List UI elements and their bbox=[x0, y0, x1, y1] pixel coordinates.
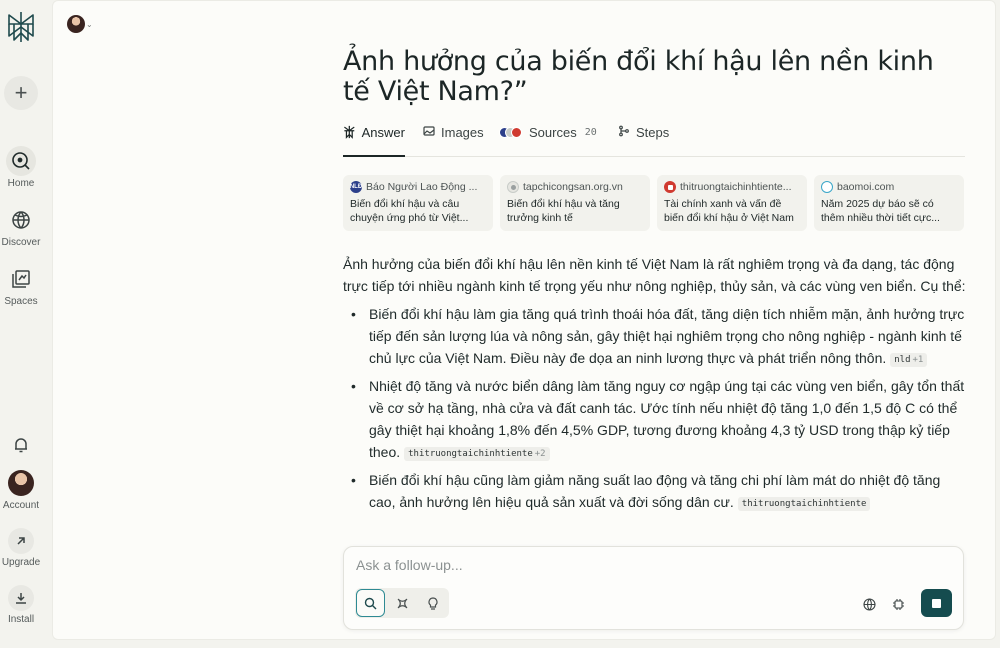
source-title: Năm 2025 dự báo sẽ có thêm nhiều thời ti… bbox=[821, 198, 940, 224]
search-mode-selector bbox=[355, 588, 449, 618]
sidebar-item-home[interactable]: Home bbox=[0, 146, 42, 189]
sidebar-item-label: Spaces bbox=[4, 296, 38, 307]
new-thread-button[interactable]: + bbox=[4, 76, 38, 110]
citation-more: +2 bbox=[534, 449, 546, 459]
list-item: Biến đổi khí hậu làm gia tăng quá trình … bbox=[351, 303, 968, 369]
globe-icon bbox=[6, 205, 36, 235]
bell-icon bbox=[6, 430, 36, 460]
citation-source: thitruongtaichinhtiente bbox=[741, 499, 867, 509]
sidebar-item-discover[interactable]: Discover bbox=[0, 205, 42, 248]
logo-icon[interactable] bbox=[6, 10, 36, 44]
sidebar-item-upgrade[interactable]: Upgrade bbox=[0, 528, 42, 568]
avatar bbox=[67, 15, 85, 33]
sources-icon bbox=[499, 127, 523, 139]
tab-sources[interactable]: Sources 20 bbox=[499, 125, 597, 157]
sidebar-item-install[interactable]: Install bbox=[0, 585, 42, 625]
submit-button[interactable] bbox=[921, 589, 952, 617]
source-favicon bbox=[664, 181, 676, 193]
main-panel: ⌄ Ảnh hưởng của biến đổi khí hậu lên nền… bbox=[52, 0, 996, 640]
followup-box bbox=[343, 546, 964, 630]
plus-icon: + bbox=[14, 80, 28, 105]
source-favicon: NLĐ bbox=[350, 181, 362, 193]
source-title: Biến đổi khí hậu và tăng trưởng kinh tế bbox=[507, 198, 620, 224]
citation-chip[interactable]: thitruongtaichinhtiente bbox=[737, 497, 871, 511]
sidebar-item-label: Discover bbox=[1, 237, 41, 248]
tab-answer[interactable]: Answer bbox=[343, 125, 405, 157]
source-site: tapchicongsan.org.vn bbox=[523, 181, 623, 193]
mode-search-button[interactable] bbox=[356, 589, 386, 617]
research-icon bbox=[397, 598, 407, 608]
chevron-down-icon: ⌄ bbox=[86, 19, 93, 29]
tab-label: Images bbox=[441, 125, 484, 140]
source-title: Tài chính xanh và vấn đề biến đổi khí hậ… bbox=[664, 198, 794, 224]
answer-list: Biến đổi khí hậu làm gia tăng quá trình … bbox=[343, 303, 968, 513]
tab-images[interactable]: Images bbox=[423, 125, 484, 157]
list-item: Biến đổi khí hậu cũng làm giảm năng suất… bbox=[351, 469, 968, 513]
citation-more: +1 bbox=[912, 355, 924, 365]
source-card[interactable]: NLĐ Báo Người Lao Động ... Biến đổi khí … bbox=[343, 175, 493, 231]
answer-body: Ảnh hưởng của biến đổi khí hậu lên nền k… bbox=[343, 253, 968, 519]
thread-tabs: Answer Images Sources 20 Steps bbox=[343, 125, 965, 157]
image-icon bbox=[423, 126, 435, 136]
tab-label: Sources bbox=[529, 125, 577, 140]
list-item-text: Biến đổi khí hậu làm gia tăng quá trình … bbox=[369, 306, 965, 366]
globe-icon[interactable] bbox=[861, 596, 877, 612]
tab-label: Steps bbox=[636, 125, 670, 140]
notifications-button[interactable] bbox=[0, 430, 42, 460]
tab-label: Answer bbox=[361, 125, 405, 140]
followup-input[interactable] bbox=[356, 557, 776, 573]
source-site: thitruongtaichinhtiente... bbox=[680, 181, 792, 193]
source-title: Biến đổi khí hậu và câu chuyện ứng phó t… bbox=[350, 198, 469, 224]
page-title: Ảnh hưởng của biến đổi khí hậu lên nền k… bbox=[343, 46, 934, 107]
sidebar-item-account[interactable]: Account bbox=[0, 470, 42, 511]
source-card[interactable]: baomoi.com Năm 2025 dự báo sẽ có thêm nh… bbox=[814, 175, 964, 231]
mode-research-button[interactable] bbox=[387, 589, 416, 617]
tab-steps[interactable]: Steps bbox=[618, 125, 669, 157]
list-item: Nhiệt độ tăng và nước biển dâng làm tăng… bbox=[351, 375, 968, 463]
answer-intro: Ảnh hưởng của biến đổi khí hậu lên nền k… bbox=[343, 256, 966, 294]
stop-icon bbox=[932, 598, 941, 608]
sources-row: NLĐ Báo Người Lao Động ... Biến đổi khí … bbox=[343, 175, 965, 233]
source-site: baomoi.com bbox=[837, 181, 895, 193]
search-icon bbox=[364, 597, 377, 609]
sources-count: 20 bbox=[584, 127, 597, 138]
citation-chip[interactable]: thitruongtaichinhtiente +2 bbox=[404, 447, 550, 461]
source-site: Báo Người Lao Động ... bbox=[366, 181, 478, 193]
sidebar-item-label: Install bbox=[7, 614, 35, 625]
citation-source: thitruongtaichinhtiente bbox=[408, 449, 533, 459]
steps-icon bbox=[619, 125, 629, 137]
source-card[interactable]: tapchicongsan.org.vn Biến đổi khí hậu và… bbox=[500, 175, 650, 231]
sidebar-item-label: Account bbox=[2, 500, 40, 511]
source-card[interactable]: thitruongtaichinhtiente... Tài chính xan… bbox=[657, 175, 807, 231]
avatar bbox=[8, 470, 34, 496]
home-search-icon bbox=[6, 146, 36, 176]
sidebar-item-label: Upgrade bbox=[1, 557, 41, 568]
sidebar: + Home Discover Spaces Account Upgrade I… bbox=[0, 0, 50, 648]
source-favicon bbox=[821, 181, 833, 193]
arrow-up-right-icon bbox=[8, 528, 34, 554]
source-favicon bbox=[507, 181, 519, 193]
chip-icon[interactable] bbox=[890, 596, 906, 612]
sidebar-item-spaces[interactable]: Spaces bbox=[0, 264, 42, 307]
logo-icon bbox=[344, 125, 355, 139]
mode-labs-button[interactable] bbox=[419, 589, 448, 617]
spaces-icon bbox=[6, 264, 36, 294]
lightbulb-icon bbox=[428, 596, 438, 610]
citation-source: nld bbox=[894, 355, 911, 365]
sidebar-item-label: Home bbox=[7, 178, 35, 189]
profile-menu[interactable]: ⌄ bbox=[67, 15, 93, 33]
download-icon bbox=[8, 585, 34, 611]
citation-chip[interactable]: nld +1 bbox=[890, 353, 928, 367]
